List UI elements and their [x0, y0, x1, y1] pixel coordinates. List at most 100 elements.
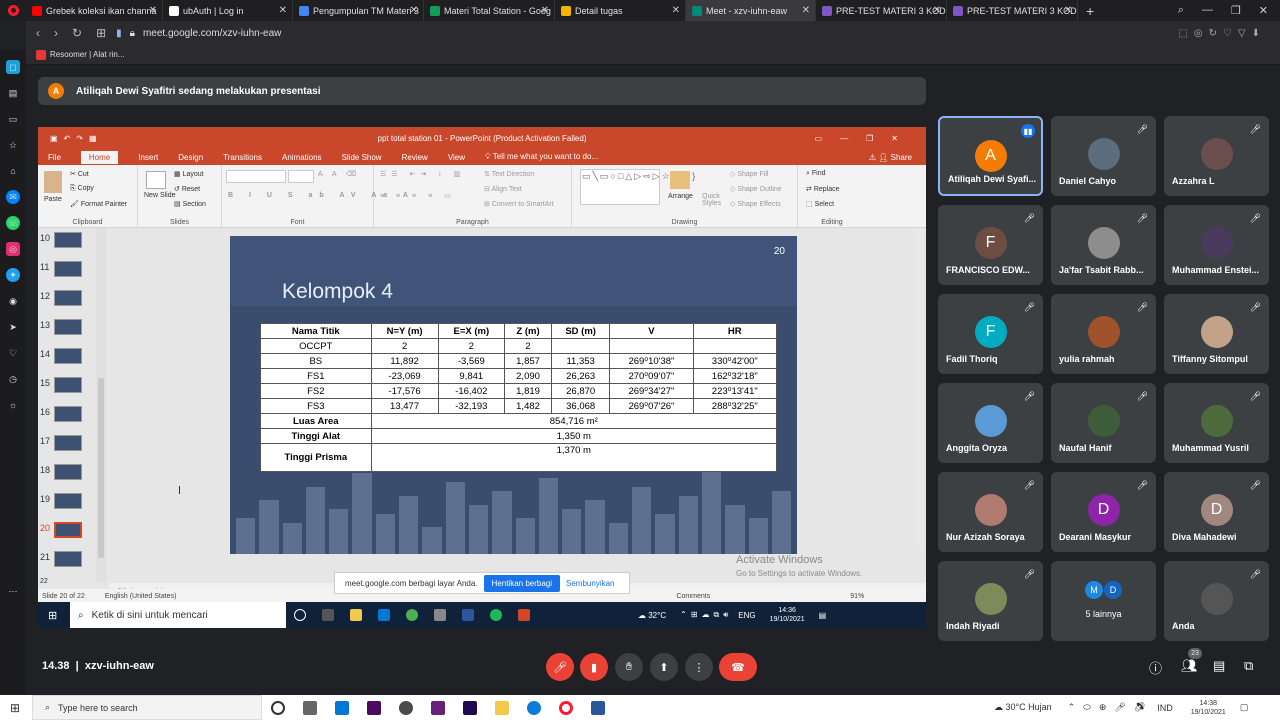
tray-icons[interactable]: ⌃⬭⊕🎤︎🔊︎ [1068, 702, 1154, 713]
notifications-icon[interactable]: ▢ [1240, 702, 1249, 713]
home-icon[interactable]: ⌂ [6, 164, 20, 178]
new-tab-icon[interactable]: + [1078, 3, 1102, 19]
format-painter-button[interactable]: 🖌︎ Format Painter [70, 200, 127, 208]
messenger-icon[interactable]: ✉ [6, 190, 20, 204]
survey-table[interactable]: Nama Titik N=Y (m) E=X (m) Z (m) SD (m) … [260, 323, 778, 472]
hide-share-bar-button[interactable]: Sembunyikan [566, 579, 614, 588]
send-icon[interactable]: ➤ [6, 320, 20, 334]
system-clock[interactable]: 14:36 19/10/2021 [770, 606, 805, 624]
search-tabs-icon[interactable]: ⌕ [1178, 4, 1184, 17]
participant-tile-self[interactable]: 🎤︎ Anda [1164, 561, 1269, 641]
slide-thumbnail[interactable] [54, 435, 82, 451]
participant-tile[interactable]: 🎤︎ Daniel Cahyo [1051, 116, 1156, 196]
raise-hand-button[interactable]: ✋︎ [615, 653, 643, 681]
chrome-icon[interactable] [406, 609, 418, 621]
chat-icon[interactable]: ▤ [1213, 658, 1225, 674]
menu-home[interactable]: Home [80, 150, 119, 164]
back-icon[interactable]: ‹ [36, 26, 40, 40]
bulb-icon[interactable]: ☼ [6, 398, 20, 412]
reset-button[interactable]: ↺ Reset [174, 185, 200, 193]
participant-tile[interactable]: 🎤︎ Tiffanny Sitompul [1164, 294, 1269, 374]
tray-icons[interactable]: ⌃⊞☁⧉🔊︎ [680, 610, 732, 620]
slide-thumbnail[interactable] [54, 493, 82, 509]
activities-icon[interactable]: ⧉ [1244, 658, 1253, 674]
windows-start-icon[interactable]: ⊞ [10, 701, 20, 715]
participant-tile[interactable]: 🎤︎ Nur Azizah Soraya [938, 472, 1043, 552]
notifications-icon[interactable]: ▤ [819, 611, 827, 620]
address-bar-actions[interactable]: ⬚◎↻♡▽⬇ [1178, 28, 1280, 39]
align-buttons[interactable]: ≡ ≡ ≡ ≡ ▭ [380, 192, 456, 200]
word-icon[interactable] [591, 700, 605, 715]
new-slide-button[interactable]: New Slide [144, 192, 176, 199]
participant-tile[interactable]: 🎤︎ D Dearani Masykur [1051, 472, 1156, 552]
slide-thumbnail[interactable] [54, 464, 82, 480]
reload-icon[interactable]: ↻ [72, 26, 82, 40]
history-icon[interactable]: ◷ [6, 372, 20, 386]
cortana-icon[interactable] [294, 609, 306, 621]
slide-thumbnail[interactable] [54, 261, 82, 277]
whatsapp-icon[interactable]: ☏ [6, 216, 20, 230]
replace-button[interactable]: ⇄ Replace [806, 185, 840, 193]
menu-transitions[interactable]: Transitions [223, 153, 262, 162]
slide-thumbnail[interactable] [54, 406, 82, 422]
taskbar-search-field[interactable]: ⌕ Ketik di sini untuk mencari [70, 602, 286, 628]
ppt-window-controls[interactable]: ▭—❐✕ [815, 134, 916, 143]
shapes-gallery[interactable]: ▭╲▭○□△▷⇨▷☆⟨⟩{ } [580, 169, 695, 205]
menu-view[interactable]: View [448, 153, 465, 162]
thumbnail-scrollbar[interactable] [96, 228, 106, 583]
task-view-icon[interactable] [303, 700, 317, 715]
convert-smartart-button[interactable]: ⊞ Convert to SmartArt [484, 200, 554, 208]
select-button[interactable]: ⬚ Select [806, 200, 834, 208]
zoom-level[interactable]: 91% [850, 593, 864, 600]
participant-tile[interactable]: 🎤︎ Indah Riyadi [938, 561, 1043, 641]
close-tab-icon[interactable]: ✕ [672, 5, 680, 16]
bookmark-item[interactable]: Resoomer | Alat rin... [50, 50, 125, 59]
participant-tile[interactable]: 🎤︎ Muhammad Yusril [1164, 383, 1269, 463]
browser-tab[interactable]: Materi Total Station - Goog ✕ [424, 0, 555, 21]
font-size-buttons[interactable]: A A ⌫ [318, 170, 360, 178]
file-explorer-icon[interactable] [495, 700, 509, 715]
edge-icon[interactable] [527, 700, 541, 715]
align-text-button[interactable]: ⊟ Align Text [484, 185, 522, 193]
app-icon[interactable] [434, 609, 446, 621]
menu-review[interactable]: Review [402, 153, 428, 162]
task-view-icon[interactable] [322, 609, 334, 621]
leave-call-button[interactable]: ☎ [719, 653, 757, 681]
close-tab-icon[interactable]: ✕ [279, 5, 287, 16]
after-effects-icon[interactable] [463, 700, 477, 715]
present-button[interactable]: ⬆ [650, 653, 678, 681]
camera-toggle-button[interactable]: ▮ [580, 653, 608, 681]
close-tab-icon[interactable]: ✕ [541, 5, 549, 16]
taskbar-search-field[interactable]: ⌕ Type here to search [32, 695, 262, 720]
shape-outline-button[interactable]: ◇ Shape Outline [730, 185, 782, 193]
forward-icon[interactable]: › [54, 26, 58, 40]
system-clock[interactable]: 14:38 19/10/2021 [1191, 699, 1226, 717]
tell-me-field[interactable]: 💡︎ Tell me what you want to do... [485, 152, 598, 162]
participant-tile[interactable]: 🎤︎ F FRANCISCO EDW... [938, 205, 1043, 285]
slide-thumbnail[interactable] [54, 551, 82, 567]
menu-insert[interactable]: Insert [138, 153, 158, 162]
slide-thumbnail-selected[interactable] [54, 522, 82, 538]
shape-fill-button[interactable]: ◇ Shape Fill [730, 170, 768, 178]
quick-styles-button[interactable]: Quick Styles [702, 193, 724, 207]
speed-dial-icon[interactable]: ⊞ [96, 26, 106, 40]
wallet-icon[interactable]: ▭ [6, 112, 20, 126]
browser-tab-active[interactable]: Meet - xzv-iuhn-eaw ✕ [686, 0, 816, 21]
font-name-field[interactable] [226, 170, 286, 183]
participant-tile[interactable]: 🎤︎ D Diva Mahadewi [1164, 472, 1269, 552]
close-tab-icon[interactable]: ✕ [149, 5, 157, 16]
player-icon[interactable]: ◉ [6, 294, 20, 308]
participant-tile[interactable]: 🎤︎ Ja'far Tsabit Rabb... [1051, 205, 1156, 285]
slide-canvas[interactable]: 20 Kelompok 4 Nama Titik N=Y (m) E=X (m)… [230, 236, 797, 554]
close-tab-icon[interactable]: ✕ [802, 5, 810, 16]
menu-file[interactable]: File [48, 153, 61, 162]
paste-button[interactable]: Paste [44, 196, 62, 203]
star-icon[interactable]: ☆ [6, 138, 20, 152]
editor-scrollbar[interactable] [916, 228, 924, 548]
participant-tile[interactable]: 🎤︎ yulia rahmah [1051, 294, 1156, 374]
copy-button[interactable]: ⎘ Copy [70, 185, 94, 193]
word-icon[interactable] [462, 609, 474, 621]
paste-icon[interactable] [44, 171, 62, 193]
browser-tab[interactable]: PRE-TEST MATERI 3 KODE ✕ [816, 0, 947, 21]
arrange-button[interactable]: Arrange [668, 193, 693, 200]
